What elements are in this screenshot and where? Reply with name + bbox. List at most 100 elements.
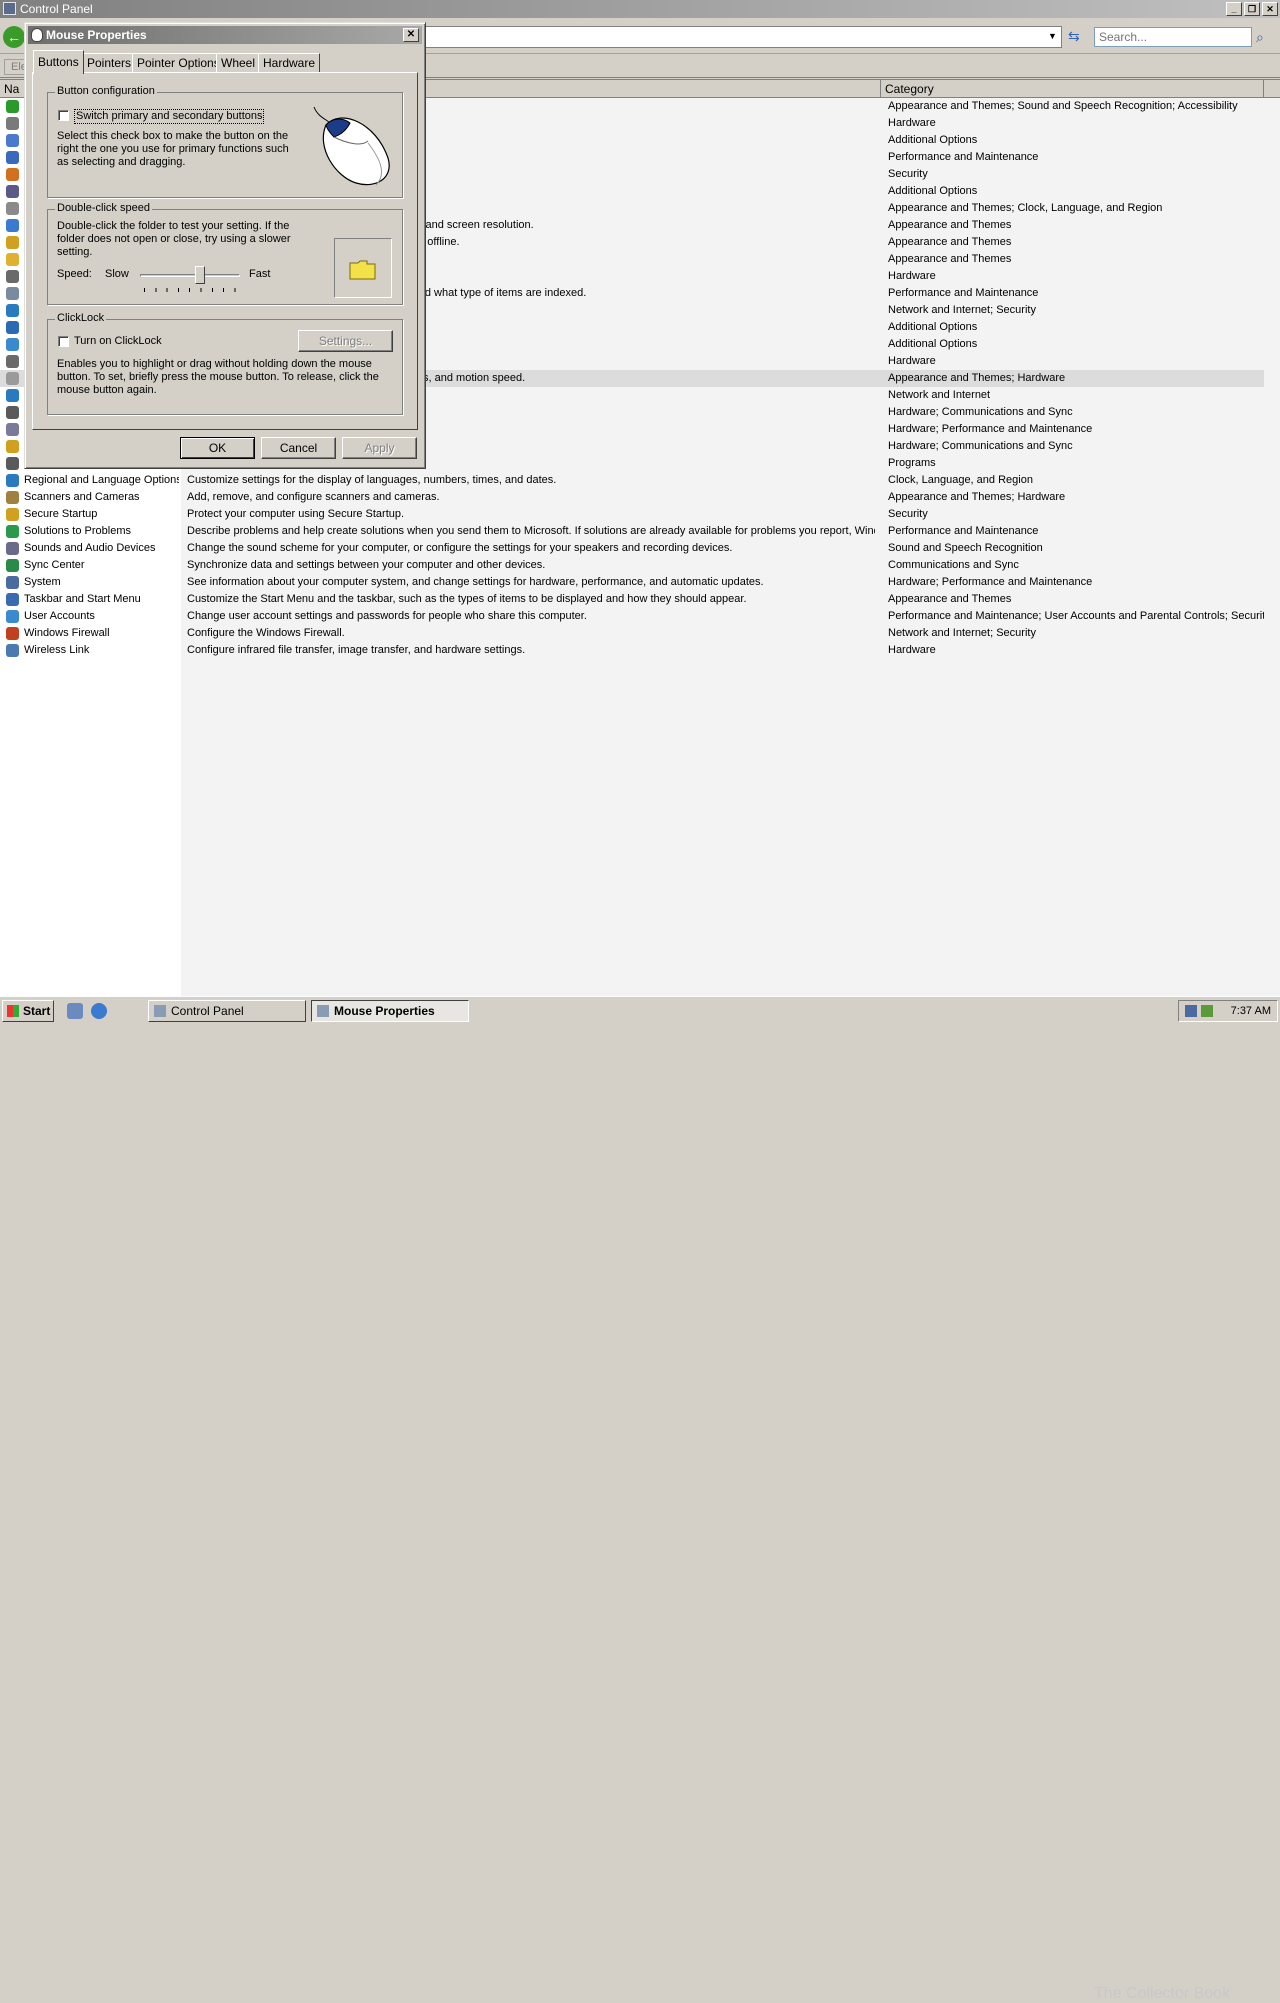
item-category: Appearance and Themes: [888, 236, 1012, 248]
item-icon: [6, 321, 19, 334]
tab-pointer-options[interactable]: Pointer Options: [132, 53, 225, 73]
list-item[interactable]: Wireless Link Configure infrared file tra…: [0, 642, 1264, 659]
item-category: Hardware: [888, 117, 936, 129]
list-item[interactable]: Sounds and Audio Devices Change the sound…: [0, 540, 1264, 557]
clicklock-description: Enables you to highlight or drag without…: [57, 358, 379, 396]
tab-panel: Button configuration Switch primary and …: [32, 72, 418, 430]
item-icon: [6, 576, 19, 589]
restore-button[interactable]: ❐: [1244, 2, 1260, 16]
task-label: Control Panel: [171, 1004, 244, 1018]
list-item[interactable]: Sync Center Synchronize data and settings…: [0, 557, 1264, 574]
item-category: Hardware: [888, 270, 936, 282]
item-icon: [6, 151, 19, 164]
list-item[interactable]: Windows Firewall Configure the Windows Fi…: [0, 625, 1264, 642]
search-icon[interactable]: ⌕: [1256, 29, 1264, 46]
ok-button[interactable]: OK: [180, 437, 255, 459]
tab-hardware[interactable]: Hardware: [258, 53, 321, 73]
item-icon: [6, 559, 19, 572]
item-description: Customize the Start Menu and the taskbar…: [187, 593, 747, 605]
back-arrow-icon[interactable]: ←: [3, 26, 25, 48]
list-item[interactable]: Taskbar and Start Menu Customize the Star…: [0, 591, 1264, 608]
minimize-button[interactable]: _: [1226, 2, 1242, 16]
double-click-description: Double-click the folder to test your set…: [57, 220, 291, 258]
clicklock-label[interactable]: Turn on ClickLock: [74, 335, 162, 348]
network-icon[interactable]: [1185, 1005, 1197, 1017]
close-icon[interactable]: ✕: [403, 28, 419, 42]
window-title: Control Panel: [20, 2, 93, 16]
clicklock-group: ClickLock Turn on ClickLock Settings... …: [47, 312, 403, 415]
item-category: Clock, Language, and Region: [888, 474, 1033, 486]
list-item[interactable]: Regional and Language Options Customize s…: [0, 472, 1264, 489]
item-icon: [6, 185, 19, 198]
task-mouse-properties[interactable]: Mouse Properties: [311, 1000, 469, 1022]
control-panel-icon: [154, 1005, 166, 1017]
item-category: Hardware; Communications and Sync: [888, 406, 1073, 418]
item-icon: [6, 168, 19, 181]
button-configuration-group: Button configuration Switch primary and …: [47, 85, 403, 198]
tab-pointers[interactable]: Pointers: [82, 53, 137, 73]
clicklock-settings-button[interactable]: Settings...: [298, 330, 393, 352]
item-icon: [6, 202, 19, 215]
speed-label: Speed:: [57, 268, 92, 280]
item-category: Network and Internet; Security: [888, 627, 1036, 639]
list-item[interactable]: User Accounts Change user account setting…: [0, 608, 1264, 625]
item-icon: [6, 423, 19, 436]
search-input[interactable]: [1094, 27, 1252, 47]
tab-buttons[interactable]: Buttons: [33, 50, 84, 74]
item-category: Communications and Sync: [888, 559, 1019, 571]
item-category: Appearance and Themes; Clock, Language, …: [888, 202, 1163, 214]
item-icon: [6, 491, 19, 504]
item-icon: [6, 304, 19, 317]
item-category: Programs: [888, 457, 936, 469]
security-icon[interactable]: [1201, 1005, 1213, 1017]
item-icon: [6, 372, 19, 385]
refresh-icon[interactable]: ⇆: [1068, 28, 1080, 45]
item-category: Network and Internet: [888, 389, 991, 401]
item-category: Performance and Maintenance: [888, 151, 1039, 163]
browser-icon[interactable]: [91, 1003, 107, 1019]
speed-slider-thumb[interactable]: [195, 266, 205, 284]
item-category: Appearance and Themes: [888, 253, 1012, 265]
item-category: Appearance and Themes: [888, 593, 1012, 605]
item-name: Secure Startup: [24, 508, 98, 520]
item-name: Regional and Language Options: [24, 474, 179, 486]
dialog-title: Mouse Properties: [46, 28, 147, 42]
item-description: Configure infrared file transfer, image …: [187, 644, 526, 656]
title-bar: Control Panel _ ❐ ✕: [0, 0, 1280, 18]
list-item[interactable]: System See information about your compute…: [0, 574, 1264, 591]
item-category: Appearance and Themes; Hardware: [888, 491, 1066, 503]
item-icon: [6, 542, 19, 555]
watermark: The Collector Book: [1094, 1985, 1231, 2002]
column-category[interactable]: Category: [881, 80, 1264, 98]
apply-button[interactable]: Apply: [342, 437, 417, 459]
switch-buttons-checkbox[interactable]: [58, 110, 69, 121]
tab-wheel[interactable]: Wheel: [216, 53, 261, 73]
test-folder-area[interactable]: [334, 238, 392, 298]
switch-buttons-label[interactable]: Switch primary and secondary buttons: [74, 109, 265, 124]
close-button[interactable]: ✕: [1262, 2, 1278, 16]
clicklock-checkbox[interactable]: [58, 336, 69, 347]
desktop-icon[interactable]: [67, 1003, 83, 1019]
group-legend: Button configuration: [55, 85, 157, 97]
clock[interactable]: 7:37 AM: [1231, 1001, 1271, 1021]
item-name: Wireless Link: [24, 644, 90, 656]
item-category: Additional Options: [888, 338, 978, 350]
group-legend: Double-click speed: [55, 202, 152, 214]
task-control-panel[interactable]: Control Panel: [148, 1000, 306, 1022]
windows-logo-icon: [7, 1005, 19, 1017]
start-button[interactable]: Start: [2, 1000, 54, 1022]
item-name: User Accounts: [24, 610, 95, 622]
chevron-down-icon[interactable]: ▼: [1048, 31, 1057, 41]
dialog-title-bar: Mouse Properties ✕: [28, 26, 422, 44]
folder-icon[interactable]: [349, 259, 377, 281]
item-icon: [6, 270, 19, 283]
list-item[interactable]: Solutions to Problems Describe problems a…: [0, 523, 1264, 540]
item-icon: [6, 508, 19, 521]
item-icon: [6, 287, 19, 300]
list-item[interactable]: Secure Startup Protect your computer usin…: [0, 506, 1264, 523]
list-item[interactable]: Scanners and Cameras Add, remove, and con…: [0, 489, 1264, 506]
item-name: Solutions to Problems: [24, 525, 131, 537]
speed-slider-track[interactable]: [140, 274, 240, 277]
cancel-button[interactable]: Cancel: [261, 437, 336, 459]
item-description: See information about your computer syst…: [187, 576, 764, 588]
